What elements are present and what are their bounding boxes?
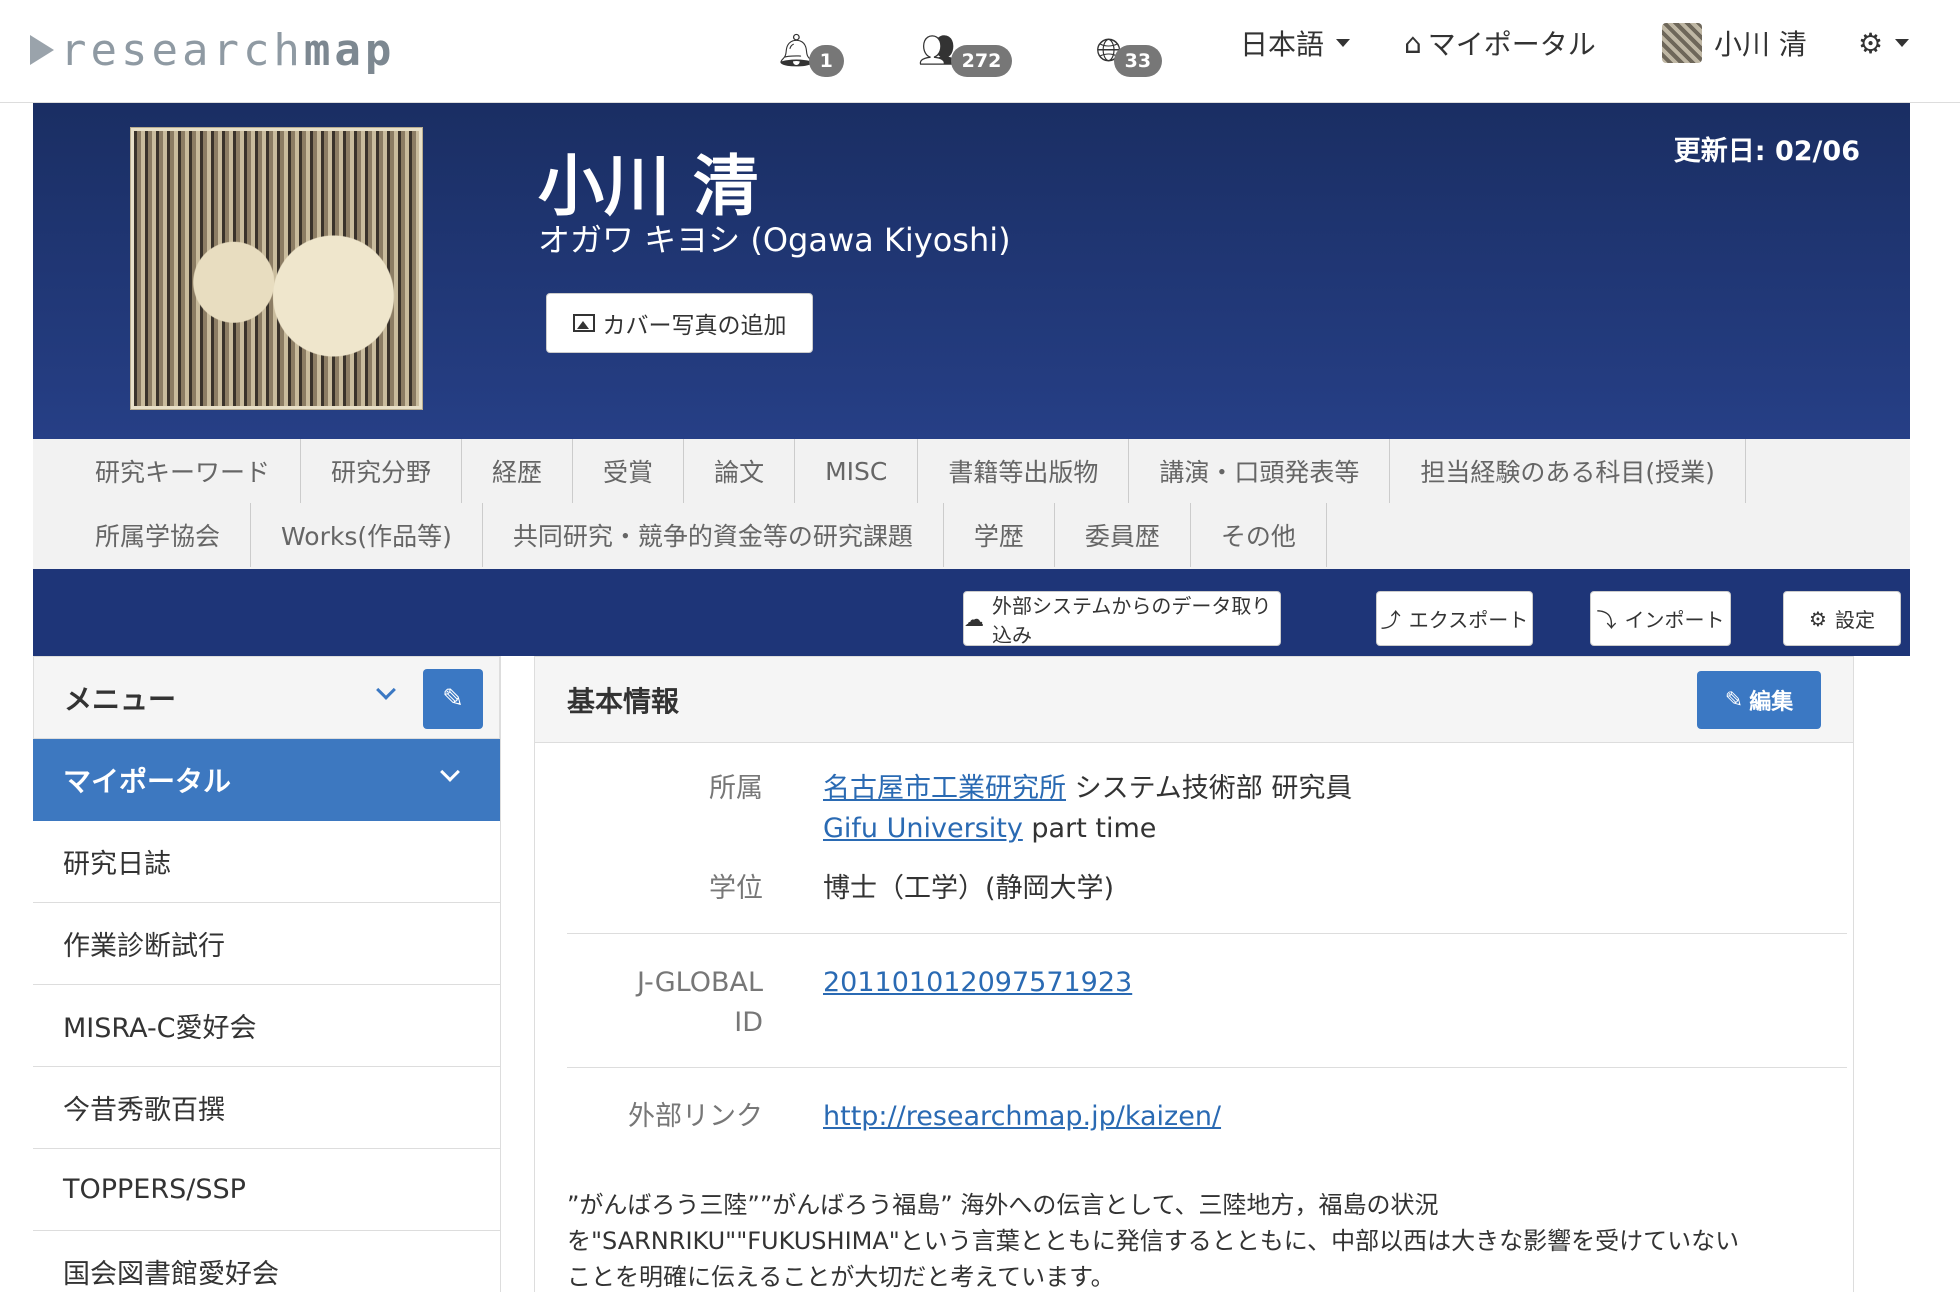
external-link[interactable]: http://researchmap.jp/kaizen/ xyxy=(823,1101,1221,1132)
sidebar-item[interactable]: TOPPERS/SSP xyxy=(33,1149,500,1231)
menu-header[interactable]: メニュー ✎ xyxy=(33,656,500,739)
image-icon xyxy=(572,314,595,332)
tab-item[interactable]: 受賞 xyxy=(573,439,685,503)
sidebar-item[interactable]: 国会図書館愛好会 xyxy=(33,1231,500,1292)
affiliation-link-2[interactable]: Gifu University xyxy=(823,813,1023,844)
sidebar-item[interactable]: 研究日誌 xyxy=(33,821,500,903)
export-button[interactable]: ⤴ エクスポート xyxy=(1376,591,1533,646)
avatar xyxy=(1662,23,1702,63)
sidebar-item[interactable]: MISRA-C愛好会 xyxy=(33,985,500,1067)
tab-item[interactable]: 委員歴 xyxy=(1055,503,1191,567)
caret-down-icon xyxy=(1336,39,1351,47)
user-menu[interactable]: 小川 清 xyxy=(1662,20,1807,66)
profile-header: 小川 清 オガワ キヨシ (Ogawa Kiyoshi) カバー写真の追加 更新… xyxy=(33,103,1910,439)
tab-item[interactable]: 学歴 xyxy=(944,503,1055,567)
gear-icon: ⚙ xyxy=(1858,26,1884,60)
notifications-button[interactable]: 🔔︎ 1 xyxy=(776,20,844,80)
tab-item[interactable]: 研究分野 xyxy=(301,439,463,503)
gear-icon: ⚙ xyxy=(1809,606,1827,631)
divider xyxy=(567,933,1847,934)
edit-icon: ✎ xyxy=(1724,687,1744,713)
import-external-button[interactable]: ☁ 外部システムからのデータ取り込み xyxy=(963,591,1281,647)
top-navbar: researchmap 🔔︎ 1 👥︎ 272 🌐︎ 33 日本語 ⌂ マイポータ… xyxy=(0,0,1960,103)
tab-item[interactable]: 担当経験のある科目(授業) xyxy=(1390,439,1746,503)
export-icon: ⤴ xyxy=(1380,608,1401,632)
edit-button[interactable]: ✎ 編集 xyxy=(1697,671,1821,729)
panel-header: 基本情報 ✎ 編集 xyxy=(535,657,1853,743)
import-button[interactable]: ⤵ インポート xyxy=(1590,591,1731,646)
tab-item[interactable]: Works(作品等) xyxy=(251,503,483,567)
action-toolbar: ☁ 外部システムからのデータ取り込み ⤴ エクスポート ⤵ インポート ⚙ 設定 xyxy=(33,569,1910,656)
settings-button[interactable]: ⚙ 設定 xyxy=(1783,591,1901,646)
home-icon: ⌂ xyxy=(1404,26,1422,60)
sidebar-item[interactable]: 今昔秀歌百撰 xyxy=(33,1067,500,1149)
tab-item[interactable]: 所属学協会 xyxy=(65,503,252,567)
researchmap-logo[interactable]: researchmap xyxy=(30,20,395,80)
my-portal-link[interactable]: ⌂ マイポータル xyxy=(1404,20,1596,66)
tab-item[interactable]: MISC xyxy=(795,439,919,503)
basic-info-panel: 基本情報 ✎ 編集 所属 名古屋市工業研究所 システム技術部 研究員 Gifu U… xyxy=(534,656,1854,1292)
chevron-down-icon xyxy=(440,762,460,782)
affiliation-link[interactable]: 名古屋市工業研究所 xyxy=(823,773,1066,804)
tab-item[interactable]: 講演・口頭発表等 xyxy=(1129,439,1391,503)
menu-edit-button[interactable]: ✎ xyxy=(423,669,483,729)
add-cover-photo-button[interactable]: カバー写真の追加 xyxy=(546,293,813,353)
tab-item[interactable]: 論文 xyxy=(684,439,796,503)
globe-badge: 33 xyxy=(1113,45,1163,77)
caret-down-icon xyxy=(1895,39,1910,47)
sidebar-item[interactable]: 作業診断試行 xyxy=(33,903,500,985)
connections-badge: 272 xyxy=(950,45,1013,77)
tab-item[interactable]: 経歴 xyxy=(462,439,574,503)
global-button[interactable]: 🌐︎ 33 xyxy=(1096,20,1163,80)
section-tabs: 研究キーワード 研究分野 経歴 受賞 論文 MISC 書籍等出版物 講演・口頭発表等 担当経験の… xyxy=(33,439,1910,569)
updated-date: 更新日: 02/06 xyxy=(1673,136,1860,167)
notifications-badge: 1 xyxy=(808,45,844,77)
jglobal-id-link[interactable]: 201101012097571923 xyxy=(823,967,1132,998)
profile-kana: オガワ キヨシ (Ogawa Kiyoshi) xyxy=(538,221,1011,259)
tab-item[interactable]: 研究キーワード xyxy=(65,439,302,503)
tab-item[interactable]: その他 xyxy=(1191,503,1327,567)
degree-value: 博士（工学）(静岡大学) xyxy=(823,873,1115,904)
description: ”がんばろう三陸””がんばろう福島” 海外への伝言として、三陸地方，福島の状況 … xyxy=(567,1191,1740,1291)
divider xyxy=(567,1067,1847,1068)
edit-icon: ✎ xyxy=(442,684,464,714)
connections-button[interactable]: 👥︎ 272 xyxy=(918,20,1013,80)
sidebar-item-my-portal[interactable]: マイポータル xyxy=(33,739,500,821)
tab-item[interactable]: 共同研究・競争的資金等の研究課題 xyxy=(483,503,944,567)
cloud-download-icon: ☁ xyxy=(964,606,984,631)
import-icon: ⤵ xyxy=(1596,608,1617,632)
settings-dropdown[interactable]: ⚙ xyxy=(1858,20,1910,66)
sidebar-menu: メニュー ✎ マイポータル 研究日誌 作業診断試行 MISRA-C愛好会 今昔秀歌百撰… xyxy=(33,656,501,1292)
language-dropdown[interactable]: 日本語 xyxy=(1240,20,1351,66)
tab-item[interactable]: 書籍等出版物 xyxy=(918,439,1130,503)
chevron-down-icon xyxy=(376,680,396,700)
logo-play-icon xyxy=(30,35,54,65)
panel-title: 基本情報 xyxy=(567,684,680,718)
profile-photo xyxy=(131,128,422,409)
